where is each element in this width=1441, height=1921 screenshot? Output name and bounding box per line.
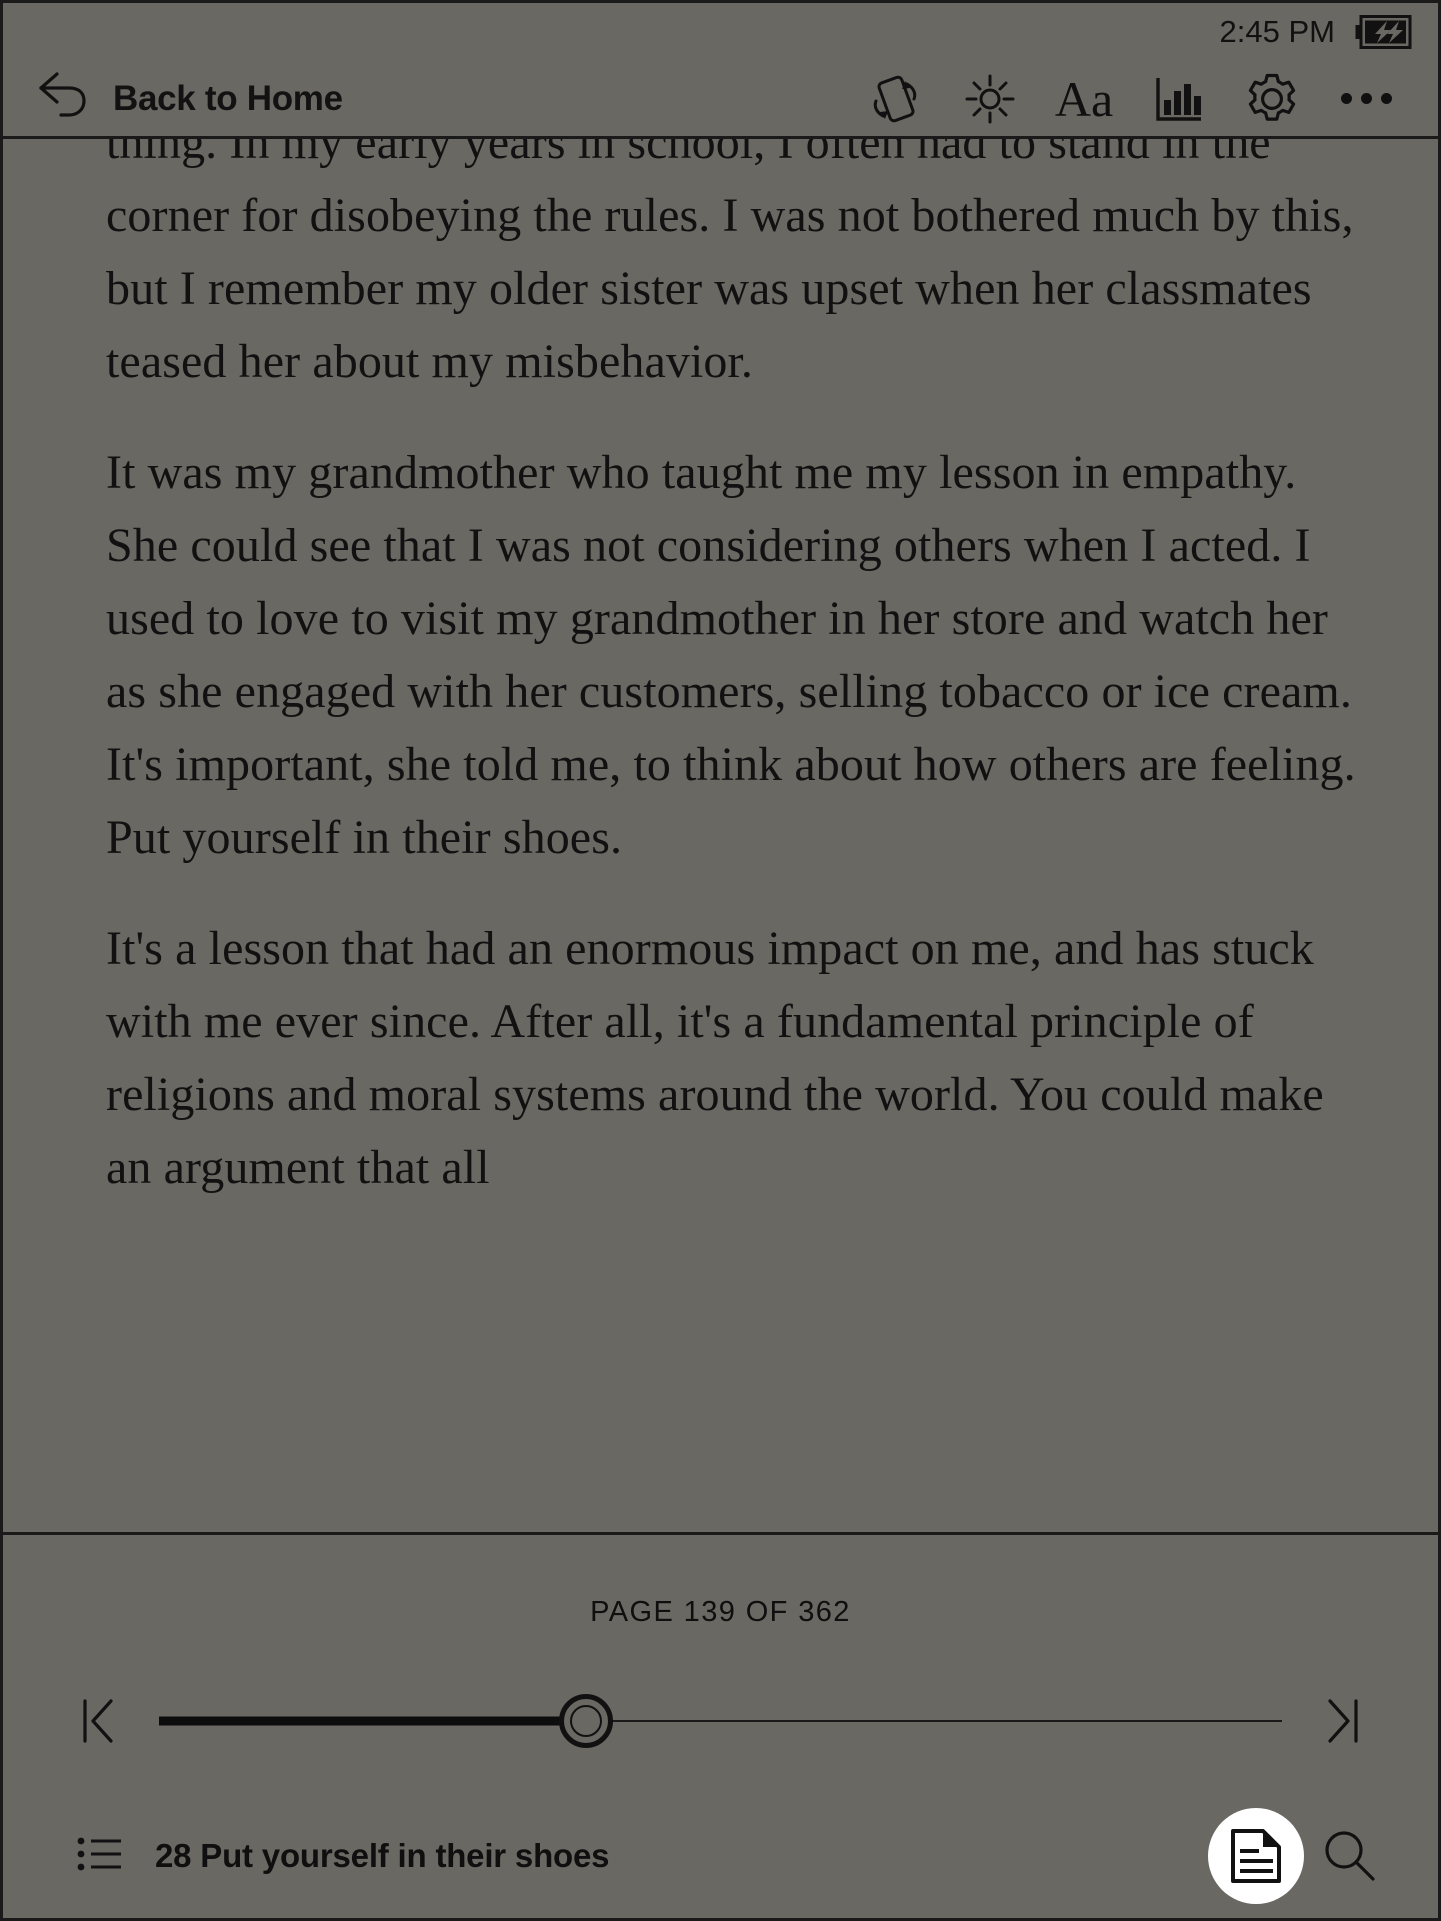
back-arrow-icon [33, 71, 91, 126]
document-notes-icon[interactable] [1208, 1808, 1304, 1904]
reader-paragraph: It's a lesson that had an enormous impac… [106, 922, 1324, 1194]
skip-to-start-icon[interactable] [73, 1691, 125, 1751]
status-clock: 2:45 PM [1219, 14, 1335, 49]
more-options-icon[interactable] [1338, 71, 1394, 127]
reader-text-column: thing. In my early years in school, I of… [3, 139, 1438, 1242]
reading-stats-icon[interactable] [1150, 71, 1206, 127]
settings-gear-icon[interactable] [1244, 71, 1300, 127]
table-of-contents-button[interactable]: 28 Put yourself in their shoes [77, 1834, 609, 1879]
battery-charging-icon [1355, 15, 1412, 49]
page-indicator: PAGE 139 OF 362 [590, 1596, 851, 1628]
reader-paragraph: thing. In my early years in school, I of… [106, 139, 1354, 388]
font-size-icon[interactable]: Aa [1054, 70, 1114, 127]
ereader-screen: 2:45 PM Back to Home Aa thing. In my ear… [0, 0, 1441, 1921]
more-options-dots [1340, 93, 1392, 104]
bottom-right-actions [1208, 1808, 1390, 1904]
table-of-contents-icon [77, 1834, 123, 1879]
brightness-icon[interactable] [962, 71, 1018, 127]
status-bar: 2:45 PM [3, 3, 1438, 61]
page-slider-fill [159, 1716, 586, 1726]
rotate-orientation-icon[interactable] [868, 71, 924, 127]
page-slider-row [3, 1676, 1438, 1766]
bottom-control-panel: PAGE 139 OF 362 28 Put yourself in their… [3, 1532, 1438, 1918]
page-slider-handle[interactable] [558, 1694, 613, 1748]
header-icon-group: Aa [868, 71, 1394, 127]
chapter-row: 28 Put yourself in their shoes [3, 1794, 1438, 1918]
page-slider[interactable] [159, 1686, 1282, 1756]
reader-content[interactable]: thing. In my early years in school, I of… [3, 139, 1438, 1532]
back-to-home-label: Back to Home [113, 78, 343, 118]
chapter-title: 28 Put yourself in their shoes [155, 1837, 610, 1874]
search-icon[interactable] [1310, 1816, 1390, 1896]
font-size-label: Aa [1054, 70, 1114, 127]
skip-to-end-icon[interactable] [1316, 1691, 1368, 1751]
header-toolbar: Back to Home Aa [3, 61, 1438, 139]
back-to-home-button[interactable]: Back to Home [33, 71, 343, 126]
reader-paragraph: It was my grandmother who taught me my l… [106, 446, 1356, 864]
